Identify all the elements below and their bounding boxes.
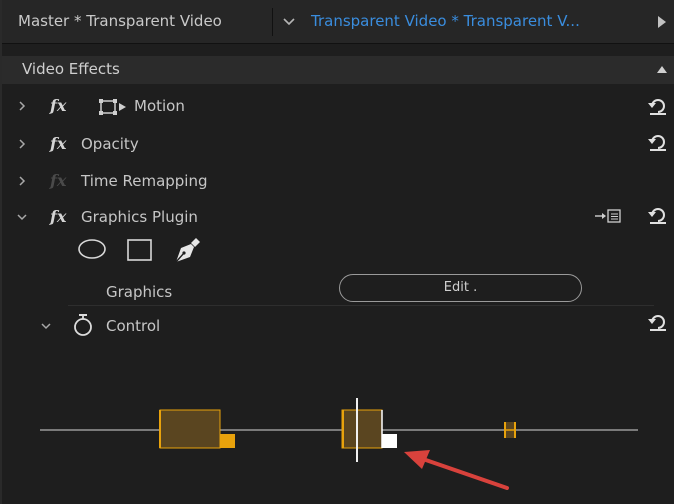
ellipse-tool-icon[interactable]	[76, 236, 108, 262]
effect-label: Opacity	[81, 135, 139, 153]
open-in-menu-icon[interactable]	[594, 208, 622, 224]
annotation-arrow	[404, 450, 509, 490]
fx-icon[interactable]: fx	[50, 207, 66, 226]
effect-label: Motion	[134, 97, 185, 115]
chevron-down-icon[interactable]	[16, 211, 28, 223]
panel-header: Master * Transparent Video Transparent V…	[2, 0, 674, 44]
keyframe-marker	[504, 422, 516, 438]
play-triangle-icon[interactable]	[657, 15, 667, 29]
effect-label: Graphics Plugin	[81, 208, 198, 226]
reset-icon[interactable]	[647, 130, 669, 152]
section-title: Video Effects	[22, 60, 120, 78]
reset-icon[interactable]	[647, 203, 669, 225]
motion-transform-icon[interactable]	[99, 98, 129, 116]
keyframe-timeline[interactable]	[2, 390, 674, 490]
reset-icon[interactable]	[647, 310, 669, 332]
control-label: Control	[106, 317, 161, 335]
video-effects-header: Video Effects	[2, 56, 674, 84]
control-row[interactable]: Control	[2, 308, 674, 344]
chevron-right-icon[interactable]	[16, 138, 28, 150]
collapse-up-icon[interactable]	[656, 64, 668, 74]
fx-icon[interactable]: fx	[50, 134, 66, 153]
chevron-right-icon[interactable]	[16, 175, 28, 187]
chevron-right-icon[interactable]	[16, 100, 28, 112]
master-clip-label[interactable]: Master * Transparent Video	[18, 12, 222, 30]
edit-button[interactable]: Edit .	[339, 274, 582, 302]
pen-tool-icon[interactable]	[172, 235, 202, 265]
reset-icon[interactable]	[647, 94, 669, 116]
clip-selector-label[interactable]: Transparent Video * Transparent V...	[311, 12, 580, 30]
effect-controls-panel: Master * Transparent Video Transparent V…	[0, 0, 674, 504]
effect-label: Time Remapping	[81, 172, 208, 190]
effect-row-motion[interactable]: fx Motion	[2, 88, 674, 124]
chevron-down-icon[interactable]	[282, 15, 296, 29]
fx-icon[interactable]: fx	[50, 96, 66, 115]
effect-row-graphics-plugin[interactable]: fx Graphics Plugin	[2, 199, 674, 235]
stopwatch-icon[interactable]	[72, 313, 94, 337]
rectangle-tool-icon[interactable]	[126, 238, 154, 262]
effect-row-time-remapping[interactable]: fx Time Remapping	[2, 163, 674, 199]
effect-row-opacity[interactable]: fx Opacity	[2, 126, 674, 162]
header-divider	[272, 8, 273, 36]
fx-icon-disabled: fx	[50, 171, 67, 190]
chevron-down-icon[interactable]	[40, 320, 52, 332]
graphics-label: Graphics	[106, 283, 173, 301]
divider	[68, 305, 654, 306]
